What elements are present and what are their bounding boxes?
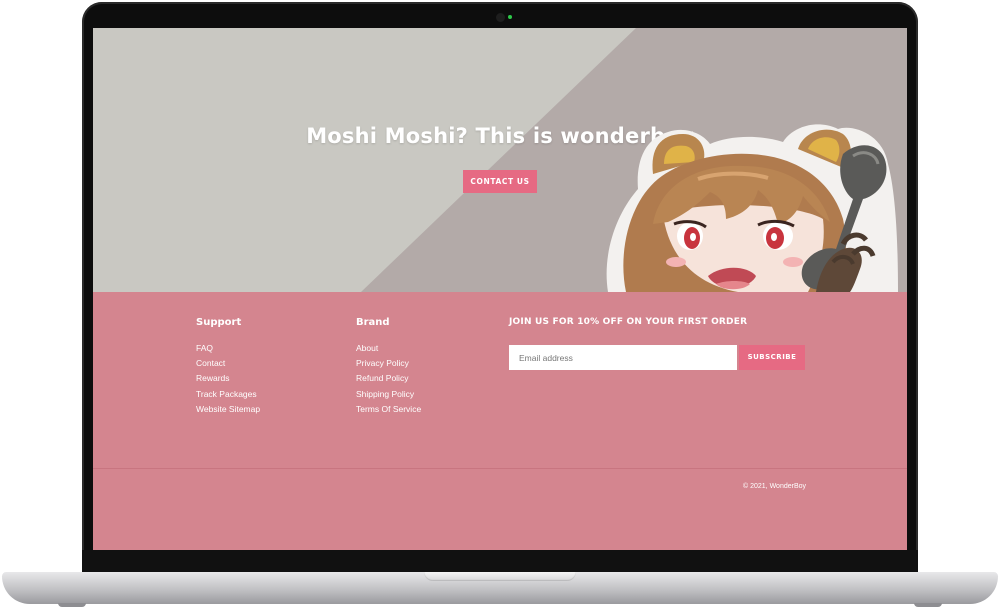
footer-link-shipping-policy[interactable]: Shipping Policy	[356, 389, 414, 399]
footer-link-website-sitemap[interactable]: Website Sitemap	[196, 404, 260, 414]
footer-link-about[interactable]: About	[356, 343, 378, 353]
laptop-opening-notch	[424, 572, 576, 581]
email-address-input[interactable]	[509, 345, 737, 370]
site-footer: Support FAQ Contact Rewards Track Packag…	[93, 292, 907, 550]
footer-link-rewards[interactable]: Rewards	[196, 373, 230, 383]
footer-link-terms-of-service[interactable]: Terms Of Service	[356, 404, 421, 414]
laptop-foot-right	[914, 603, 942, 607]
camera-icon	[496, 13, 505, 22]
brand-column-title: Brand	[356, 317, 390, 328]
support-column-title: Support	[196, 317, 242, 328]
footer-link-faq[interactable]: FAQ	[196, 343, 213, 353]
camera-indicator-light	[508, 15, 512, 19]
footer-link-privacy-policy[interactable]: Privacy Policy	[356, 358, 409, 368]
footer-link-refund-policy[interactable]: Refund Policy	[356, 373, 408, 383]
browser-screen: Moshi Moshi? This is wonderboy CONTACT U…	[93, 28, 907, 550]
hero-banner: Moshi Moshi? This is wonderboy CONTACT U…	[93, 28, 907, 292]
footer-link-contact[interactable]: Contact	[196, 358, 225, 368]
footer-divider	[93, 468, 907, 469]
mascot-girl-on-phone-illustration	[606, 124, 898, 292]
subscribe-button[interactable]: SUBSCRIBE	[739, 345, 805, 370]
laptop-bezel-bottom	[82, 550, 918, 572]
copyright-text: © 2021, WonderBoy	[743, 483, 807, 490]
newsletter-title: JOIN US FOR 10% OFF ON YOUR FIRST ORDER	[509, 317, 748, 327]
contact-us-button[interactable]: CONTACT US	[463, 170, 537, 193]
laptop-foot-left	[58, 603, 86, 607]
footer-link-track-packages[interactable]: Track Packages	[196, 389, 257, 399]
